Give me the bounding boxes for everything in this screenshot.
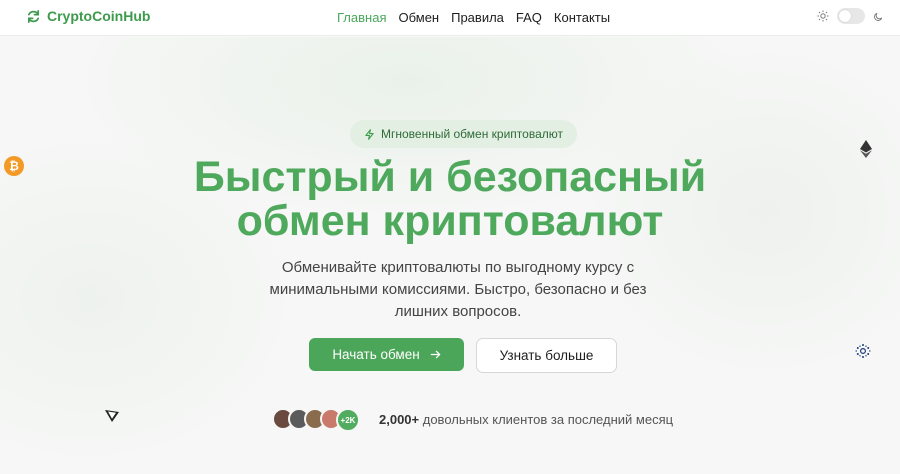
- hero-headline: Быстрый и безопасный обмен криптовалют: [0, 155, 900, 243]
- start-exchange-button[interactable]: Начать обмен: [309, 338, 464, 371]
- moon-icon: [874, 12, 883, 21]
- ethereum-icon: [860, 140, 872, 158]
- nav-item-contacts[interactable]: Контакты: [554, 10, 610, 25]
- bitcoin-icon: ₿: [4, 156, 24, 176]
- clients-count: 2,000+: [379, 412, 420, 427]
- main-nav: Главная Обмен Правила FAQ Контакты: [337, 10, 622, 25]
- nav-item-faq[interactable]: FAQ: [516, 10, 542, 25]
- tron-icon: [105, 410, 119, 422]
- lightning-icon: [365, 128, 374, 140]
- client-avatars: +2K: [272, 408, 360, 432]
- nav-item-exchange[interactable]: Обмен: [398, 10, 439, 25]
- cardano-icon: [855, 344, 871, 358]
- headline-line-1: Быстрый и безопасный: [193, 153, 707, 201]
- clients-text: довольных клиентов за последний месяц: [419, 412, 674, 427]
- clients-stat: 2,000+ довольных клиентов за последний м…: [379, 412, 673, 427]
- top-header: CryptoCoinHub Главная Обмен Правила FAQ …: [0, 0, 900, 36]
- sun-icon: [817, 10, 829, 22]
- hero-subtitle: Обменивайте криптовалюты по выгодному ку…: [269, 259, 647, 320]
- start-exchange-label: Начать обмен: [332, 347, 420, 362]
- nav-item-rules[interactable]: Правила: [451, 10, 504, 25]
- arrow-right-icon: [430, 350, 441, 359]
- nav-item-home[interactable]: Главная: [337, 10, 386, 25]
- logo-text: CryptoCoinHub: [47, 8, 151, 24]
- logo[interactable]: CryptoCoinHub: [26, 8, 150, 24]
- headline-line-2: обмен криптовалют: [236, 197, 664, 245]
- hero-section: Мгновенный обмен криптовалют Быстрый и б…: [0, 37, 900, 474]
- refresh-icon: [27, 9, 40, 23]
- badge-text: Мгновенный обмен криптовалют: [381, 127, 563, 141]
- theme-toggle[interactable]: [837, 8, 865, 24]
- learn-more-label: Узнать больше: [499, 348, 594, 363]
- hero-badge: Мгновенный обмен криптовалют: [350, 120, 577, 148]
- learn-more-button[interactable]: Узнать больше: [476, 338, 617, 373]
- theme-switcher: [817, 8, 884, 24]
- avatars-more-badge: +2K: [336, 408, 360, 432]
